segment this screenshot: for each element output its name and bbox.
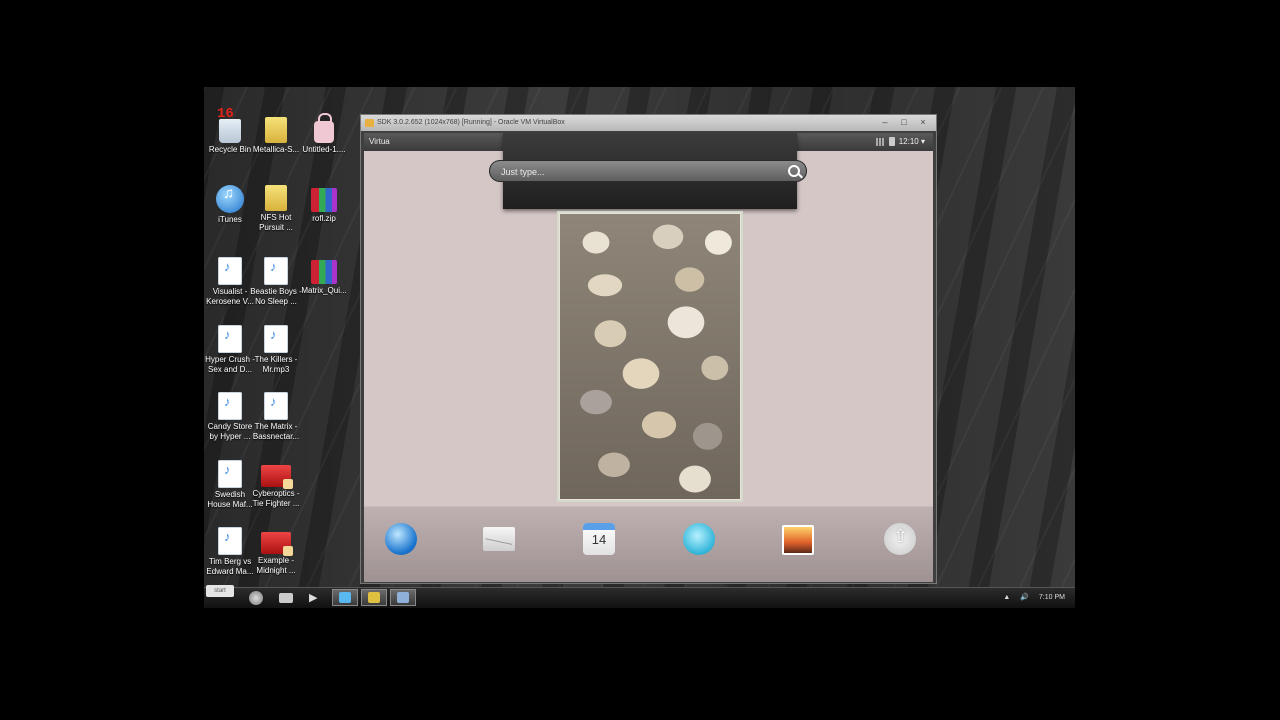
app-dock: 14: [364, 506, 933, 582]
system-tray: ▲ 🔊 7:10 PM: [995, 588, 1065, 608]
search-bar[interactable]: [489, 160, 807, 182]
application-icon: [261, 532, 293, 556]
tray-clock[interactable]: 7:10 PM: [1039, 594, 1065, 601]
desktop-icon-label: Recycle Bin: [208, 145, 252, 154]
signal-icon: [875, 137, 886, 146]
minimize-button[interactable]: –: [876, 117, 894, 128]
play-icon[interactable]: ▶: [309, 591, 323, 605]
window-titlebar[interactable]: SDK 3.0.2.652 (1024x768) [Running] - Ora…: [361, 115, 936, 131]
taskbar: start ▶ ▲ 🔊 7:10 PM: [204, 585, 1075, 608]
desktop-icon-label: Hyper Crush -Sex and D...: [205, 355, 255, 374]
desktop-icon-example[interactable]: Example - Midnight ...: [250, 527, 302, 576]
audio-file-icon: [218, 527, 242, 555]
recycle-bin-icon: 16: [217, 107, 241, 143]
start-button[interactable]: start: [206, 585, 234, 597]
launcher-icon[interactable]: [884, 523, 916, 555]
desktop-icon-label: Matrix_Qui...: [301, 286, 347, 295]
messaging-icon[interactable]: [683, 523, 715, 555]
photos-icon[interactable]: [782, 525, 814, 555]
maximize-button[interactable]: □: [895, 117, 913, 128]
folder-icon: [265, 185, 287, 211]
desktop-icon-the-killers[interactable]: The Killers - Mr.mp3: [250, 325, 302, 375]
status-menu-icon[interactable]: ▾: [921, 137, 925, 146]
emulator-screen[interactable]: Virtua 12:10 ▾ 14: [364, 133, 933, 582]
emulator-task-icon: [397, 592, 409, 603]
desktop-icon-label: The Matrix - Bassnectar...: [252, 422, 300, 441]
desktop-icon-label: Candy Store by Hyper ...: [207, 422, 253, 441]
audio-file-icon: [218, 460, 242, 488]
desktop-icon-label: Visualist - Kerosene V...: [206, 287, 254, 306]
desktop-icon-candy-store[interactable]: Candy Store by Hyper ...: [204, 392, 256, 442]
desktop-icon-beastie-boys[interactable]: Beastie Boys - No Sleep ...: [250, 257, 302, 307]
desktop-icon-label: Untitled-1....: [302, 145, 346, 154]
volume-icon[interactable]: 🔊: [1020, 594, 1029, 601]
desktop-icon-cyberoptics[interactable]: Cyberoptics - Tie Fighter ...: [250, 460, 302, 509]
desktop-icon-matrix-qui[interactable]: Matrix_Qui...: [298, 257, 350, 296]
audio-file-icon: [218, 392, 242, 420]
battery-icon: [888, 137, 895, 147]
desktop-icon-metallica[interactable]: Metallica-S...: [250, 117, 302, 155]
browser-task-icon: [339, 592, 351, 603]
desktop-icon-recycle-bin[interactable]: 16 Recycle Bin: [204, 107, 256, 155]
search-icon[interactable]: [788, 165, 800, 177]
email-icon[interactable]: [483, 527, 515, 551]
audio-file-icon: [218, 257, 242, 285]
virtualbox-window: SDK 3.0.2.652 (1024x768) [Running] - Ora…: [360, 114, 937, 584]
recycle-bin-badge: 16: [217, 106, 234, 122]
archive-icon: [311, 260, 337, 284]
desktop-icon-the-matrix[interactable]: The Matrix - Bassnectar...: [250, 392, 302, 442]
audio-file-icon: [264, 325, 288, 353]
desktop-icon-label: Tim Berg vs Edward Ma...: [206, 557, 254, 576]
status-app-name: Virtua: [369, 137, 390, 146]
status-time: 12:10: [898, 137, 919, 146]
audio-file-icon: [264, 257, 288, 285]
desktop-icon-tim-berg[interactable]: Tim Berg vs Edward Ma...: [204, 527, 256, 577]
calendar-icon[interactable]: 14: [583, 523, 615, 555]
desktop-icon-label: The Killers - Mr.mp3: [254, 355, 298, 374]
desktop-icon-visualist[interactable]: Visualist - Kerosene V...: [204, 257, 256, 307]
status-right[interactable]: 12:10 ▾: [875, 133, 925, 151]
desktop-icon-swedish-house[interactable]: Swedish House Maf...: [204, 460, 256, 510]
window-title: SDK 3.0.2.652 (1024x768) [Running] - Ora…: [377, 119, 565, 126]
archive-icon: [311, 188, 337, 212]
tray-arrow-icon[interactable]: ▲: [1003, 594, 1010, 601]
desktop-icon-rofl-zip[interactable]: rofl.zip: [298, 185, 350, 224]
wallpaper-card[interactable]: [559, 213, 741, 500]
desktop-icon-label: Swedish House Maf...: [207, 490, 253, 509]
explorer-icon[interactable]: [279, 593, 293, 603]
lock-icon: [314, 113, 334, 143]
search-input[interactable]: [499, 163, 773, 181]
audio-file-icon: [264, 392, 288, 420]
desktop-icon-untitled[interactable]: Untitled-1....: [298, 113, 350, 155]
desktop-icon-label: Beastie Boys - No Sleep ...: [250, 287, 302, 306]
taskbar-item-browser[interactable]: [332, 589, 358, 606]
virtualbox-icon: [365, 119, 374, 127]
virtualbox-task-icon: [368, 592, 380, 603]
audio-file-icon: [218, 325, 242, 353]
desktop-icon-nfs[interactable]: NFS Hot Pursuit ...: [250, 185, 302, 233]
close-button[interactable]: ×: [914, 117, 932, 128]
desktop-icon-label: iTunes: [218, 215, 242, 224]
taskbar-item-emulator[interactable]: [390, 589, 416, 606]
itunes-icon: [216, 185, 244, 213]
desktop-icon-label: Example - Midnight ...: [256, 556, 296, 575]
desktop-icon-itunes[interactable]: iTunes: [204, 185, 256, 225]
desktop-icon-label: Metallica-S...: [252, 145, 300, 154]
desktop-icon-label: Cyberoptics - Tie Fighter ...: [252, 489, 300, 508]
folder-icon: [265, 117, 287, 143]
desktop-icon-label: rofl.zip: [312, 214, 336, 223]
media-player-icon[interactable]: [249, 591, 263, 605]
desktop-icon-hyper-crush[interactable]: Hyper Crush -Sex and D...: [204, 325, 256, 375]
taskbar-item-virtualbox[interactable]: [361, 589, 387, 606]
application-icon: [261, 465, 293, 489]
desktop-icon-label: NFS Hot Pursuit ...: [259, 213, 293, 232]
browser-icon[interactable]: [385, 523, 417, 555]
